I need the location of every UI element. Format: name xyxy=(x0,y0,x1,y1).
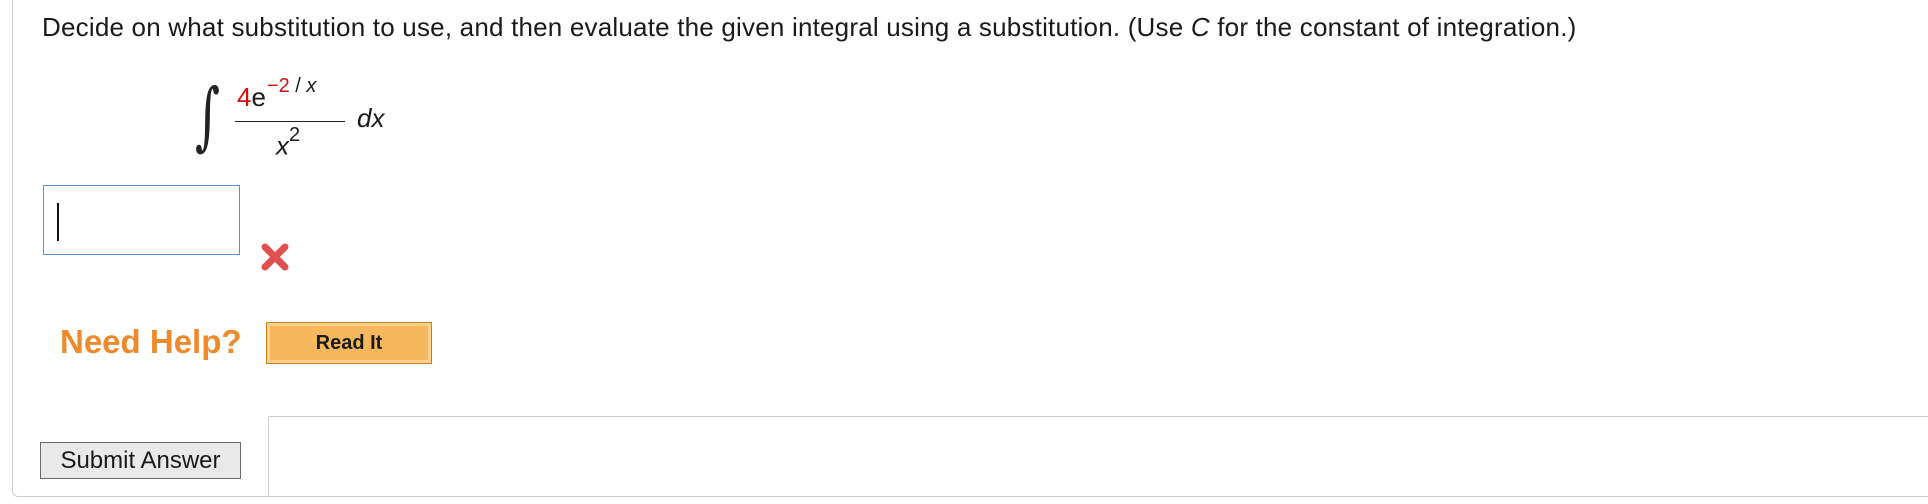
fraction-bar xyxy=(235,121,345,122)
coefficient: 4 xyxy=(237,82,252,112)
submit-answer-button[interactable]: Submit Answer xyxy=(40,442,241,479)
differential: dx xyxy=(357,103,385,133)
denominator-power: 2 xyxy=(289,124,301,146)
question-prompt: Decide on what substitution to use, and … xyxy=(42,12,1577,43)
need-help-label: Need Help? xyxy=(60,323,242,360)
read-it-button[interactable]: Read It xyxy=(266,322,432,364)
question-text-before: Decide on what substitution to use, and … xyxy=(42,12,1191,42)
text-cursor xyxy=(57,203,59,241)
constant-variable: C xyxy=(1190,12,1210,42)
incorrect-x-icon xyxy=(261,243,289,271)
exponent-slash: / xyxy=(289,75,307,97)
denominator-variable: x xyxy=(276,130,289,161)
base-e: e xyxy=(251,82,266,112)
integral-expression: ∫ 4e−2 / x x2 dx xyxy=(195,73,415,166)
panel-divider-line xyxy=(268,416,1928,417)
answer-input[interactable] xyxy=(43,185,240,255)
panel-divider-vertical xyxy=(268,416,269,496)
integral-numerator: 4e−2 / x xyxy=(237,75,316,113)
question-text-after: for the constant of integration.) xyxy=(1209,12,1577,42)
exponent: −2 / x xyxy=(267,75,316,97)
integral-denominator: x2 xyxy=(276,124,300,162)
exponent-value: −2 xyxy=(266,75,290,97)
integral-sign: ∫ xyxy=(195,73,221,159)
exponent-variable: x xyxy=(306,75,317,97)
